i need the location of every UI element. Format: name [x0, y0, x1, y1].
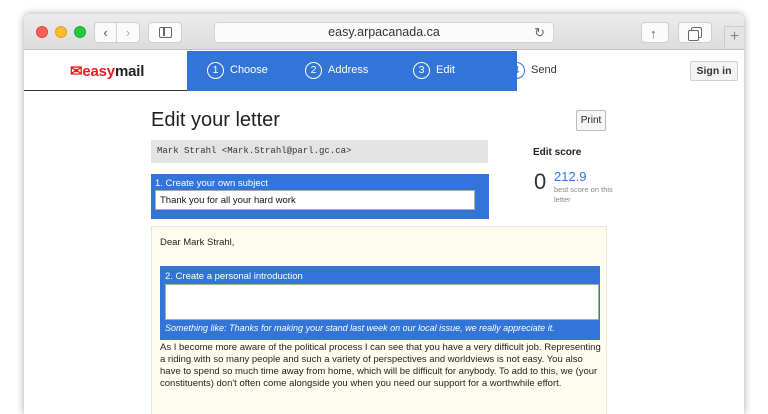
step-label: Address	[328, 64, 369, 77]
browser-toolbar: ‹ › easy.arpacanada.ca ↻ ↑ +	[24, 14, 744, 50]
step-label: Choose	[230, 64, 268, 77]
share-icon: ↑	[650, 26, 657, 41]
new-tab-button[interactable]: +	[724, 26, 744, 48]
subject-label: 1. Create your own subject	[155, 178, 269, 189]
step-number: 4	[508, 61, 525, 79]
subject-input[interactable]: Thank you for all your hard work	[155, 190, 475, 210]
url-text: easy.arpacanada.ca	[328, 25, 440, 39]
step-send[interactable]: 4 Send	[508, 61, 557, 79]
zoom-window-button[interactable]	[74, 26, 86, 38]
page: ✉easymail 1 Choose 2 Address 3 Edit 4 Send S…	[24, 51, 744, 414]
logo-mail: mail	[114, 63, 145, 80]
easymail-logo[interactable]: ✉easymail	[70, 62, 144, 80]
intro-input[interactable]	[165, 284, 599, 320]
step-label: Send	[531, 64, 557, 77]
chevron-right-icon: ›	[125, 25, 131, 40]
share-button[interactable]: ↑	[641, 22, 669, 43]
chevron-left-icon: ‹	[103, 25, 108, 40]
tabs-icon-back	[688, 30, 699, 41]
step-number: 3	[413, 61, 430, 79]
close-window-button[interactable]	[36, 26, 48, 38]
logo-underline	[24, 90, 187, 91]
back-button[interactable]: ‹	[94, 22, 117, 43]
step-label: Edit	[436, 64, 455, 77]
step-number: 1	[207, 61, 224, 79]
reload-icon[interactable]: ↻	[534, 23, 545, 42]
logo-easy: easy	[82, 63, 115, 80]
print-button[interactable]: Print	[576, 110, 606, 131]
progress-arrow	[480, 51, 498, 91]
step-address[interactable]: 2 Address	[305, 61, 368, 79]
edit-score-label: Edit score	[533, 147, 582, 158]
letter-text: As I become more aware of the political …	[160, 342, 601, 389]
intro-label: 2. Create a personal introduction	[165, 271, 303, 282]
edit-score-value: 0	[534, 169, 547, 194]
site-header: ✉easymail 1 Choose 2 Address 3 Edit 4 Send S…	[24, 51, 744, 91]
forward-button[interactable]: ›	[117, 22, 140, 43]
recipient-field: Mark Strahl <Mark.Strahl@parl.gc.ca>	[151, 140, 488, 163]
browser-window: ‹ › easy.arpacanada.ca ↻ ↑ + ✉easymail 1…	[24, 14, 744, 414]
minimize-window-button[interactable]	[55, 26, 67, 38]
letter-greeting: Dear Mark Strahl,	[160, 237, 235, 248]
best-score-note: best score on this letter	[554, 185, 613, 204]
sidebar-icon	[159, 27, 172, 38]
show-tabs-button[interactable]	[678, 22, 712, 43]
address-bar[interactable]: easy.arpacanada.ca ↻	[214, 22, 554, 43]
intro-hint: Something like: Thanks for making your s…	[165, 323, 555, 333]
letter-body: Dear Mark Strahl, 2. Create a personal i…	[151, 226, 607, 414]
subject-section: 1. Create your own subject Thank you for…	[151, 174, 489, 219]
intro-section: 2. Create a personal introduction Someth…	[160, 266, 600, 340]
best-score-value: 212.9	[554, 169, 587, 184]
step-choose[interactable]: 1 Choose	[207, 61, 268, 79]
page-title: Edit your letter	[151, 109, 280, 131]
step-number: 2	[305, 61, 322, 79]
sidebar-toggle-button[interactable]	[148, 22, 182, 43]
sign-in-button[interactable]: Sign in	[690, 61, 738, 81]
envelope-icon: ✉	[70, 63, 83, 80]
step-edit[interactable]: 3 Edit	[413, 61, 455, 79]
